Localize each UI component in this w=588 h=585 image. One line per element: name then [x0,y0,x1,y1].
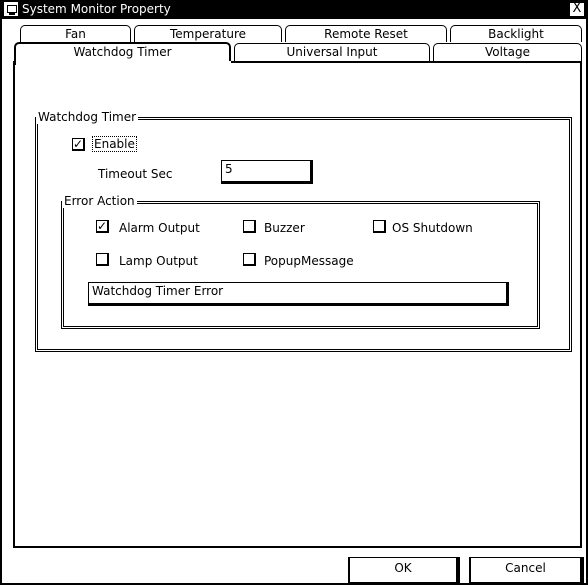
buzzer-checkbox[interactable] [243,220,256,233]
cancel-button[interactable]: Cancel [469,557,584,585]
os-shutdown-checkbox[interactable] [373,220,386,233]
tab-voltage[interactable]: Voltage [433,43,582,61]
tab-watchdog-timer-label: Watchdog Timer [73,45,172,59]
error-message-input[interactable]: Watchdog Timer Error [88,282,509,306]
lamp-output-label: Lamp Output [119,254,198,268]
tab-backlight-label: Backlight [488,27,544,41]
enable-label: Enable [92,136,137,152]
timeout-input[interactable]: 5 [221,160,313,184]
timeout-label: Timeout Sec [98,167,173,181]
tab-fan-label: Fan [65,27,86,41]
error-action-group-label: Error Action [62,194,137,208]
buzzer-label: Buzzer [264,221,305,235]
error-message-value: Watchdog Timer Error [92,284,224,298]
tab-temperature-label: Temperature [169,27,246,41]
window-title: System Monitor Property [22,2,171,16]
close-button[interactable]: X [569,2,585,17]
ok-button[interactable]: OK [348,557,460,585]
tab-remote-reset-label: Remote Reset [324,27,408,41]
tab-temperature[interactable]: Temperature [134,25,282,42]
monitor-icon [4,2,18,16]
tab-backlight[interactable]: Backlight [450,25,582,42]
tab-universal-input[interactable]: Universal Input [234,43,430,61]
timeout-value: 5 [225,162,233,176]
check-icon: ✓ [97,219,108,233]
check-icon: ✓ [73,137,84,151]
watchdog-group-label: Watchdog Timer [36,110,139,124]
tab-universal-input-label: Universal Input [286,45,378,59]
tab-fan[interactable]: Fan [20,25,131,42]
enable-checkbox[interactable]: ✓ [72,138,85,151]
alarm-output-label: Alarm Output [119,221,200,235]
lamp-output-checkbox[interactable] [96,253,109,266]
os-shutdown-label: OS Shutdown [392,221,473,235]
popup-message-checkbox[interactable] [243,253,256,266]
popup-message-label: PopupMessage [264,254,354,268]
tab-voltage-label: Voltage [484,45,530,59]
tab-join [14,61,231,65]
tab-remote-reset[interactable]: Remote Reset [285,25,447,42]
alarm-output-checkbox[interactable]: ✓ [96,220,109,233]
